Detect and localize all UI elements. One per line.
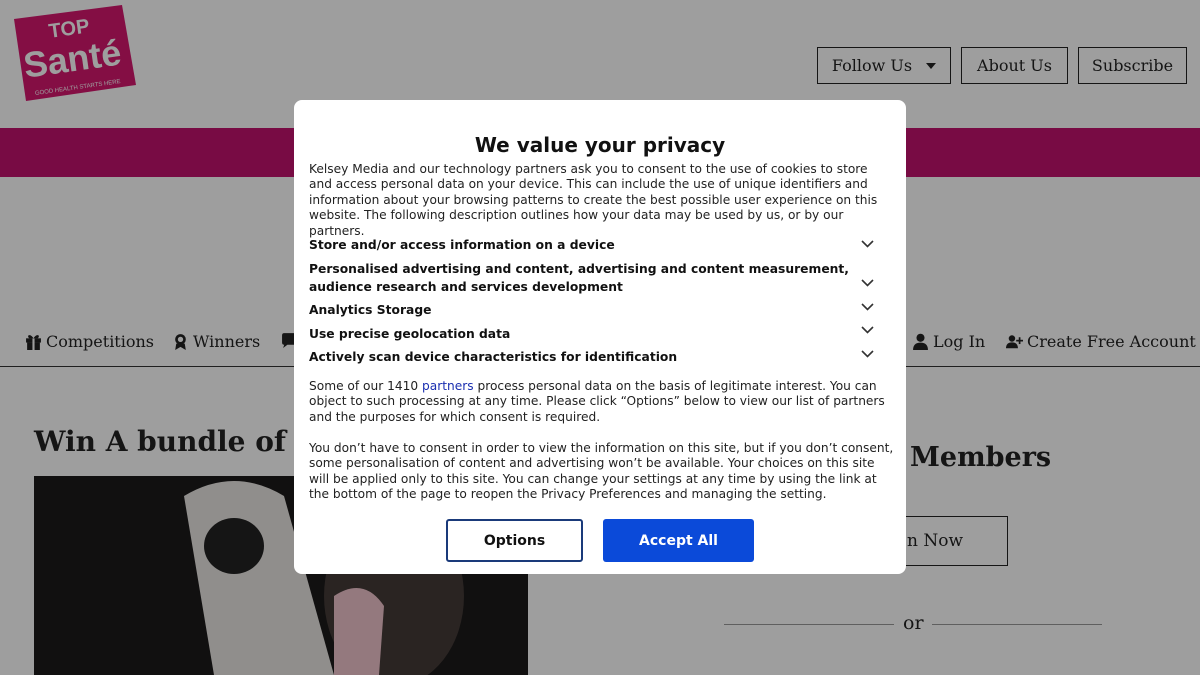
no-consent-text: You don’t have to consent in order to vi… (309, 441, 894, 502)
purpose-item[interactable]: Personalised advertising and content, ad… (309, 261, 894, 296)
privacy-consent-dialog: We value your privacy Kelsey Media and o… (294, 100, 906, 574)
dialog-title: We value your privacy (474, 133, 726, 157)
dialog-intro-text: Kelsey Media and our technology partners… (309, 162, 878, 238)
legitimate-interest-text: Some of our 1410 partners process person… (309, 379, 894, 425)
partners-link[interactable]: partners (422, 379, 474, 393)
chevron-down-icon (861, 279, 874, 287)
purpose-item[interactable]: Actively scan device characteristics for… (309, 349, 894, 367)
purpose-label: Analytics Storage (309, 303, 432, 317)
chevron-down-icon (861, 326, 874, 334)
purpose-item[interactable]: Use precise geolocation data (309, 326, 894, 344)
accept-all-button[interactable]: Accept All (603, 519, 754, 562)
purpose-item[interactable]: Store and/or access information on a dev… (309, 237, 894, 255)
chevron-down-icon (861, 240, 874, 248)
purpose-label: Use precise geolocation data (309, 327, 511, 341)
options-button[interactable]: Options (446, 519, 583, 562)
chevron-down-icon (861, 303, 874, 311)
legit-text-before: Some of our 1410 (309, 379, 423, 393)
purpose-label: Personalised advertising and content, ad… (309, 262, 849, 294)
purpose-label: Actively scan device characteristics for… (309, 350, 678, 364)
chevron-down-icon (861, 350, 874, 358)
purpose-item[interactable]: Analytics Storage (309, 302, 894, 320)
purpose-label: Store and/or access information on a dev… (309, 238, 615, 252)
